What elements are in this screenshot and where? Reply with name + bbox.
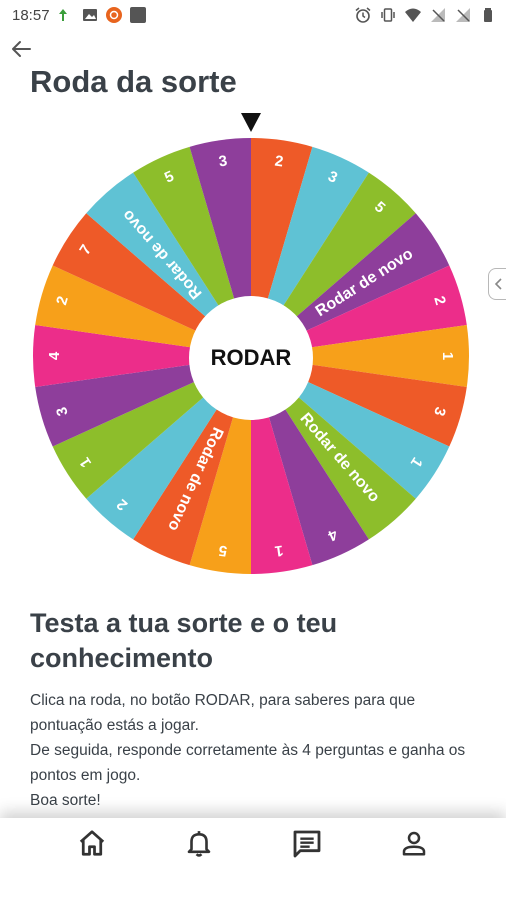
wheel-segment-label: 4	[46, 351, 63, 360]
bottom-nav	[0, 818, 506, 900]
nav-messages[interactable]	[277, 828, 337, 868]
section-title: Testa a tua sorte e o teu conhecimento	[30, 608, 338, 673]
nav-home[interactable]	[62, 828, 122, 868]
message-icon	[293, 830, 321, 858]
data-arrow-icon	[58, 9, 67, 21]
no-signal-icon	[456, 8, 470, 22]
app-square-icon	[129, 7, 146, 23]
nav-profile[interactable]	[384, 828, 444, 868]
back-button[interactable]	[6, 34, 36, 64]
home-icon	[79, 830, 104, 856]
description-line: Clica na roda, no botão RODAR, para sabe…	[30, 692, 416, 734]
rodar-button[interactable]: RODAR	[189, 296, 313, 420]
nav-notifications[interactable]	[169, 828, 229, 868]
description-line: Boa sorte!	[30, 792, 101, 809]
status-time: 18:57	[12, 6, 50, 24]
arrow-left-icon	[12, 41, 31, 57]
no-signal-icon	[431, 8, 445, 22]
image-icon	[82, 9, 97, 21]
wheel-segment-label: 1	[439, 352, 456, 360]
alarm-icon	[355, 7, 371, 23]
triangle-down-icon	[241, 113, 261, 132]
side-tab[interactable]	[488, 268, 506, 300]
vibrate-icon	[381, 8, 395, 22]
person-icon	[403, 831, 426, 856]
description: Clica na roda, no botão RODAR, para sabe…	[30, 688, 480, 813]
description-line: De seguida, responde corretamente às 4 p…	[30, 742, 466, 784]
page-title: Roda da sorte	[30, 64, 237, 99]
status-bar: 18:57	[0, 0, 506, 30]
bell-icon	[187, 831, 211, 857]
chevron-left-icon	[494, 278, 502, 290]
wifi-icon	[405, 8, 421, 22]
notification-badge-icon	[105, 7, 122, 23]
battery-icon	[484, 8, 492, 22]
